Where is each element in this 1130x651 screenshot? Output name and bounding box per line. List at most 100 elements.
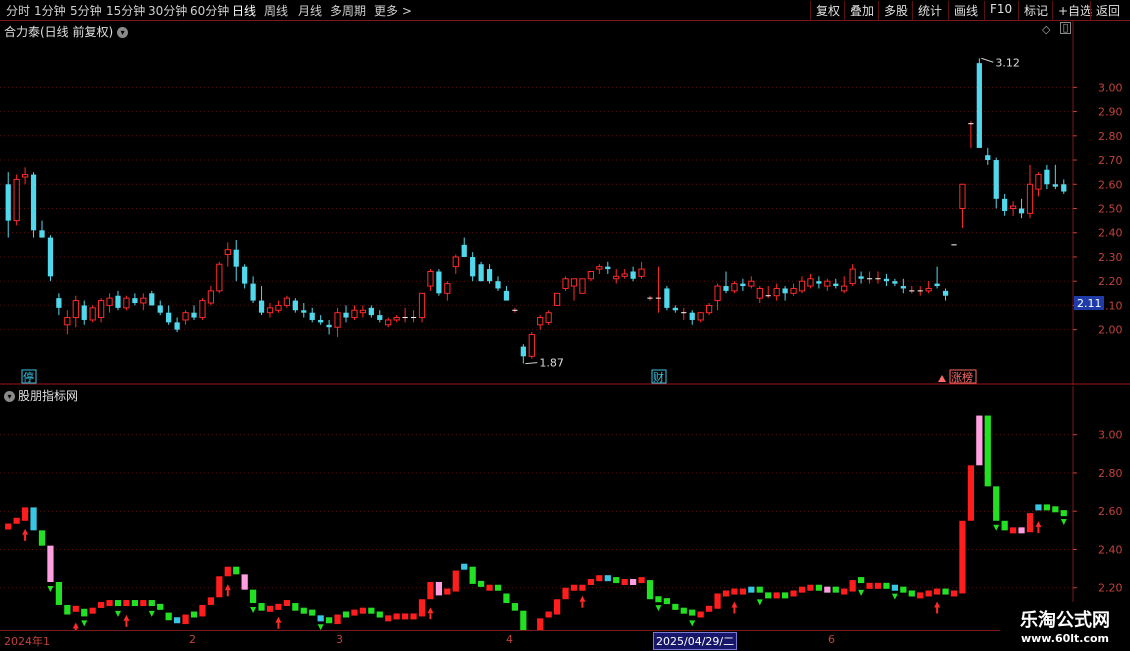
indicator-bar [207,597,215,605]
draw-line-button[interactable]: 画线 [948,1,983,20]
period-1min[interactable]: 1分钟 [34,2,66,19]
indicator-bar [655,596,662,603]
indicator-bar [309,609,316,616]
period-weekly[interactable]: 周线 [264,2,288,19]
candle-body-down [470,256,476,277]
watermark-url: www.60lt.com [1020,632,1110,645]
indicator-bar [722,590,730,597]
indicator-bar [477,580,485,587]
period-5min[interactable]: 5分钟 [70,2,102,19]
indicator-bar [266,605,274,612]
candle-body-down [258,300,265,313]
candle-body-up [748,280,755,287]
indicator-bar [798,586,806,593]
indicator-bar [1001,520,1008,531]
candle-body-down [934,283,940,287]
indicator-bar [900,586,907,593]
indicator-panel[interactable]: ▾ 股朋指标网 3.00 2.80 2.60 2.40 2.20 [0,386,1130,630]
statistics-button[interactable]: 统计 [912,1,947,20]
up-arrow-icon [427,607,434,614]
up-arrow-icon [275,616,282,623]
main-price-panel[interactable]: 合力泰(日线 前复权) ▾ ◇ ▯ 3.00 2.90 2.80 2.70 2.60 2.5… [0,21,1130,385]
candle-body-down [242,266,248,284]
candle-body-up [283,297,291,306]
candle-body-up [553,292,561,306]
indicator-bar [359,607,367,614]
indicator-bar [89,607,96,614]
candle-body-down [1018,208,1025,214]
indicator-bar [638,577,645,584]
indicator-bar [81,608,88,617]
candle-body-up [731,283,738,292]
overlay-button[interactable]: 叠加 [844,1,879,20]
candle-body-up [13,178,20,222]
indicator-bar [317,615,324,622]
period-intraday[interactable]: 分时 [6,2,30,19]
period-60min[interactable]: 60分钟 [190,2,229,19]
indicator-bar [114,600,122,607]
period-multi[interactable]: 多周期 [330,2,366,19]
restore-rights-button[interactable]: 复权 [810,1,845,20]
indicator-bar [224,566,231,577]
indicator-bar [976,415,983,466]
indicator-bar [672,603,679,610]
candle-body-down [985,155,991,161]
y-tick-label: 2.30 [1098,251,1123,264]
y-tick-label: 2.40 [1098,227,1123,240]
more-label: 更多 [374,4,399,18]
indicator-bar [292,603,299,611]
candle-body-up [925,287,932,292]
period-15min[interactable]: 15分钟 [106,2,145,19]
back-button[interactable]: 返回 [1090,1,1125,20]
y-tick-label: 2.70 [1098,154,1123,167]
up-arrow-icon [224,584,231,591]
indicator-bar [967,465,975,521]
indicator-bar [182,614,189,625]
mark-button[interactable]: 标记 [1018,1,1053,20]
f10-button[interactable]: F10 [984,1,1017,20]
candle-body-down [436,271,442,294]
indicator-bar [942,588,949,595]
candle-body-up [359,309,367,314]
period-30min[interactable]: 30分钟 [148,2,187,19]
indicator-bar [629,579,637,585]
candle-body-down [723,286,729,291]
candle-body-up [452,256,459,268]
candle-body-down [942,290,949,296]
indicator-bar [731,588,738,595]
x-label-feb: 2 [189,633,196,646]
period-daily[interactable]: 日线 [232,2,256,19]
candle-body-up [959,183,966,209]
indicator-bar [781,592,789,599]
candle-body-down [1002,198,1008,211]
indicator-bar [553,599,561,615]
up-arrow-icon [934,601,941,608]
candle-body-down [250,283,256,301]
indicator-bar [325,617,333,624]
candle-body-up [182,312,189,321]
indicator-bar [1043,504,1051,511]
y-tick-label: 2.00 [1098,324,1123,337]
indicator-bar [393,613,400,620]
candle-body-down [39,230,45,238]
candle-body-down [478,264,484,282]
candle-body-up [773,287,780,297]
up-arrow-icon [22,528,29,535]
indicator-bar [959,520,966,594]
candle-body-down [301,310,307,313]
candle-body-up [216,263,223,292]
candle-body-up [1009,205,1017,209]
multi-stock-button[interactable]: 多股 [878,1,913,20]
candle-body-down [495,281,501,289]
candle-body-down [166,312,172,323]
indicator-bar [1009,527,1017,534]
candle-body-up [570,278,578,287]
indicator-bar [452,570,459,592]
indicator-bar [503,593,510,604]
period-more[interactable]: 更多 > [374,2,412,19]
candle-body-down [81,305,87,320]
candle-body-down [486,269,493,282]
indicator-bar [663,598,671,605]
indicator-bar [883,582,890,589]
period-monthly[interactable]: 月线 [298,2,322,19]
